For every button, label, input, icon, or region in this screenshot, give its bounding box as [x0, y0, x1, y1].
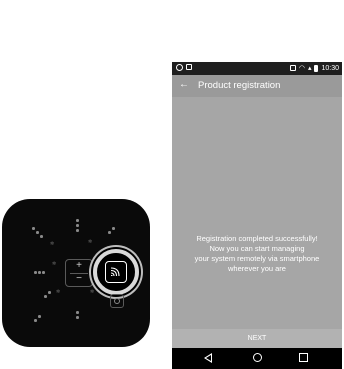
message-line: Now you can start managing — [209, 244, 305, 253]
indicator-dot — [108, 231, 111, 234]
next-button[interactable]: NEXT — [172, 329, 342, 348]
indicator-dot — [32, 227, 35, 230]
battery-icon — [314, 64, 319, 72]
indicator-dot — [34, 271, 37, 274]
nav-back-icon[interactable] — [204, 353, 212, 363]
cell-signal-icon: ▴ — [307, 65, 312, 72]
indicator-dot — [40, 235, 43, 238]
status-bar: ◠ ▴ 10:30 — [172, 62, 342, 75]
wifi-button[interactable] — [105, 261, 127, 283]
indicator-dot — [38, 315, 41, 318]
settings-button[interactable] — [110, 294, 124, 308]
minus-button[interactable]: − — [66, 274, 92, 284]
page-title: Product registration — [198, 80, 281, 91]
message-line: wherever you are — [228, 264, 286, 273]
phone-screen: ◠ ▴ 10:30 ← Product registration Registr… — [172, 62, 342, 369]
back-arrow-icon[interactable]: ← — [179, 79, 189, 91]
vibrate-icon — [289, 65, 296, 71]
nav-home-icon[interactable] — [253, 353, 262, 362]
indicator-dot — [48, 291, 51, 294]
content-area: Registration completed successfully! Now… — [172, 97, 342, 348]
indicator-dot — [44, 295, 47, 298]
indicator-dot — [76, 219, 79, 222]
indicator-dot — [76, 311, 79, 314]
plus-button[interactable]: + — [66, 261, 92, 271]
nav-recent-apps-icon[interactable] — [299, 353, 308, 362]
indicator-dot — [112, 227, 115, 230]
icon-mark: ✲ — [88, 239, 93, 245]
thermostat-device: ✲ ✲ ✲ ✲ ✲ + − — [2, 199, 150, 347]
wifi-signal-icon: ◠ — [298, 65, 305, 72]
message-line: Registration completed successfully! — [196, 234, 318, 243]
success-message: Registration completed successfully! Now… — [172, 234, 342, 274]
icon-mark: ✲ — [56, 289, 61, 295]
indicator-dot — [38, 271, 41, 274]
image-icon — [186, 64, 192, 70]
indicator-dot — [76, 224, 79, 227]
message-line: your system remotely via smartphone — [194, 254, 320, 263]
indicator-dot — [34, 319, 37, 322]
indicator-dot — [36, 231, 39, 234]
wifi-icon — [110, 267, 120, 277]
indicator-dot — [76, 316, 79, 319]
icon-mark: ✲ — [52, 261, 57, 267]
notification-icon — [176, 64, 183, 71]
temperature-pad[interactable]: + − — [65, 259, 93, 287]
navigation-bar — [172, 348, 342, 369]
app-bar: ← Product registration — [172, 75, 342, 97]
wifi-button-highlight[interactable] — [93, 249, 139, 295]
indicator-dot — [42, 271, 45, 274]
status-time: 10:30 — [321, 64, 339, 72]
indicator-dot — [76, 229, 79, 232]
icon-mark: ✲ — [90, 289, 95, 295]
icon-mark: ✲ — [50, 241, 55, 247]
